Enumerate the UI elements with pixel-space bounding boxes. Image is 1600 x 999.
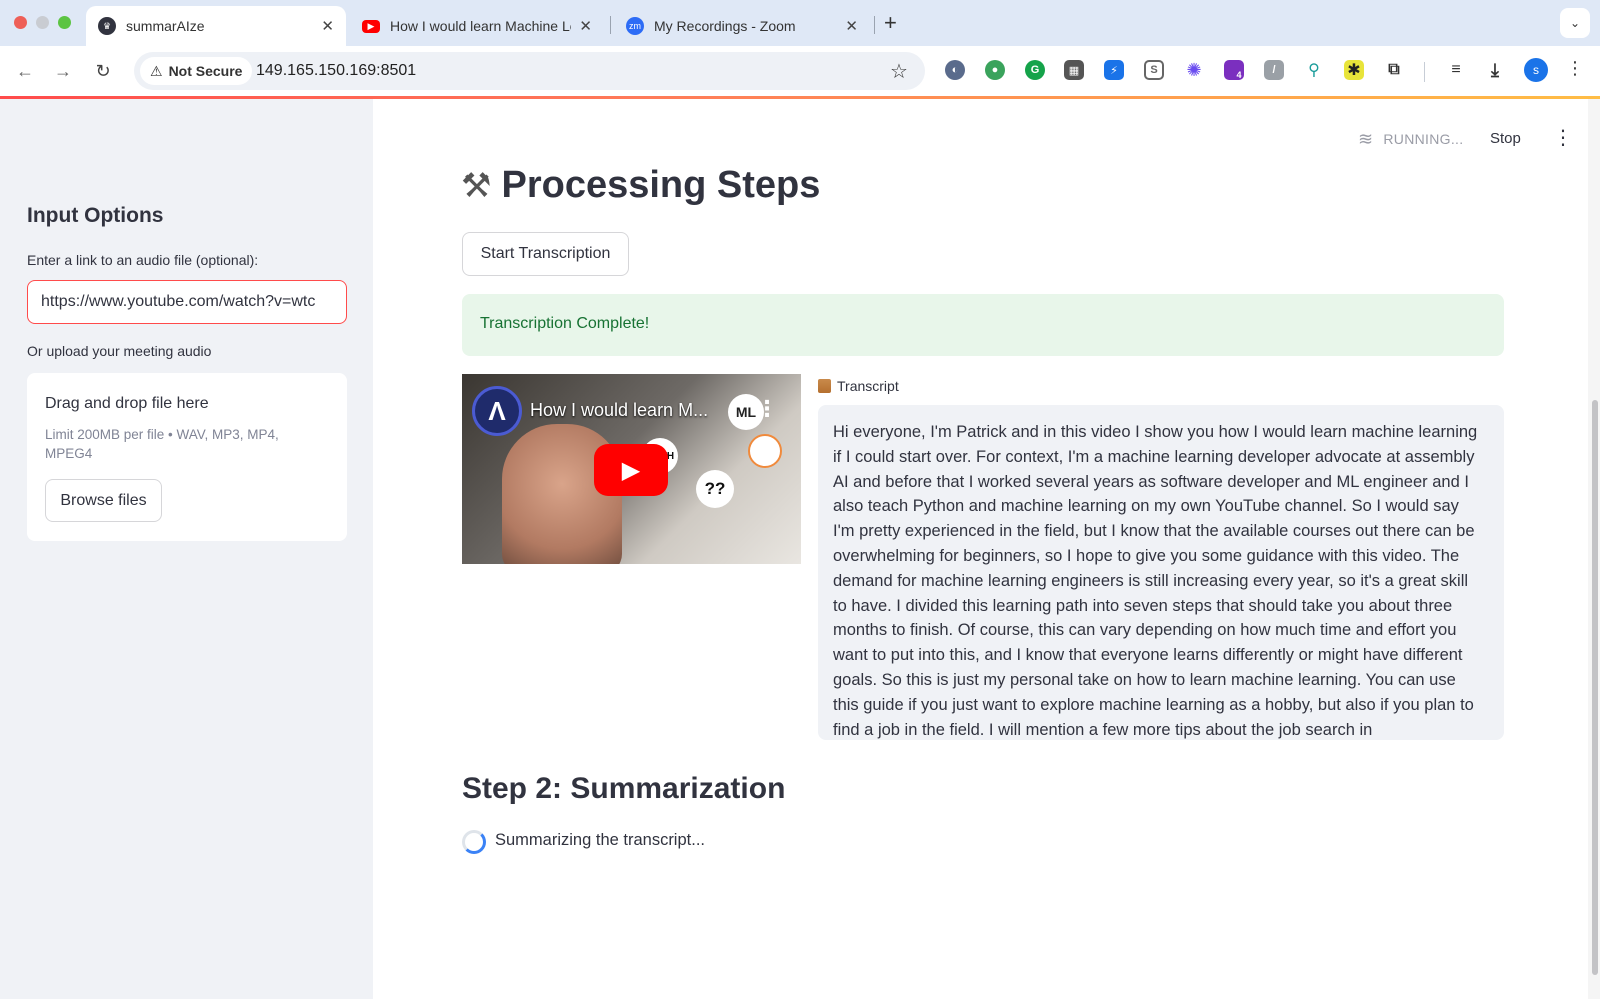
sidebar: Input Options Enter a link to an audio f… <box>0 99 373 999</box>
success-message: Transcription Complete! <box>480 315 650 332</box>
transcript-label-text: Transcript <box>837 378 899 394</box>
page-title: ⚒ Processing Steps <box>461 164 820 207</box>
video-menu-icon[interactable]: ⋮ <box>756 396 778 422</box>
browse-files-button[interactable]: Browse files <box>45 479 162 522</box>
tab-separator <box>610 16 611 34</box>
loading-spinner-icon <box>462 830 486 854</box>
extension-6-icon[interactable]: S <box>1144 60 1164 80</box>
zoom-icon: zm <box>626 17 644 35</box>
chevron-down-icon: ⌄ <box>1569 16 1581 30</box>
dropzone-limit: Limit 200MB per file • WAV, MP3, MP4, MP… <box>45 427 279 461</box>
extension-11-icon[interactable]: ✱ <box>1344 60 1364 80</box>
tools-badge-icon <box>748 434 782 468</box>
youtube-video-player[interactable]: Λ How I would learn M... ML ⋮ MATH ?? ▶ <box>462 374 801 564</box>
extension-badge: 4 <box>1236 70 1242 80</box>
close-icon[interactable]: ✕ <box>579 17 592 35</box>
start-transcription-button[interactable]: Start Transcription <box>462 232 629 276</box>
link-input-label: Enter a link to an audio file (optional)… <box>27 252 259 268</box>
magnifier-extension-icon[interactable]: ⚲ <box>1304 60 1324 80</box>
running-status: ≋ RUNNING... <box>1358 128 1463 150</box>
question-badge: ?? <box>696 470 734 508</box>
browser-tab-bar: ♛ summarAIze ✕ ▶ How I would learn Machi… <box>0 0 1600 46</box>
tab-zoom[interactable]: zm My Recordings - Zoom ✕ <box>614 6 870 46</box>
extension-5-icon[interactable]: ⚡ <box>1104 60 1124 80</box>
warning-icon: ⚠ <box>150 62 163 79</box>
success-alert: Transcription Complete! <box>462 294 1504 356</box>
stop-button[interactable]: Stop <box>1490 130 1521 147</box>
upload-label: Or upload your meeting audio <box>27 343 212 359</box>
transcript-textarea[interactable]: Hi everyone, I'm Patrick and in this vid… <box>818 405 1504 740</box>
download-icon[interactable]: ⤓ <box>1485 60 1505 80</box>
extension-1-icon[interactable]: ◐ <box>945 60 965 80</box>
grammarly-icon[interactable]: G <box>1025 60 1045 80</box>
play-button-icon[interactable]: ▶ <box>594 444 668 496</box>
address-bar[interactable]: ⚠ Not Secure 149.165.150.169:8501 ☆ <box>134 52 925 90</box>
extension-8-icon[interactable]: 4 <box>1224 60 1244 80</box>
close-icon[interactable]: ✕ <box>321 17 334 35</box>
dropzone-title: Drag and drop file here <box>45 395 209 412</box>
extension-2-icon[interactable]: ● <box>985 60 1005 80</box>
avatar[interactable]: s <box>1524 58 1548 82</box>
video-title[interactable]: How I would learn M... <box>530 400 730 421</box>
scrollbar-thumb[interactable] <box>1592 400 1598 975</box>
window-close-button[interactable] <box>14 16 27 29</box>
extension-7-icon[interactable]: ✺ <box>1184 60 1204 80</box>
tab-title: How I would learn Machine Le <box>390 18 572 34</box>
reload-icon[interactable]: ↻ <box>90 58 116 84</box>
tab-youtube[interactable]: ▶ How I would learn Machine Le ✕ <box>350 6 604 46</box>
url-text[interactable]: 149.165.150.169:8501 <box>256 62 416 80</box>
bookmark-star-icon[interactable]: ☆ <box>890 59 908 84</box>
close-icon[interactable]: ✕ <box>845 17 858 35</box>
youtube-icon: ▶ <box>362 19 380 33</box>
puzzle-icon[interactable]: ⧉ <box>1384 60 1404 80</box>
back-icon[interactable]: ← <box>12 58 38 84</box>
security-label: Not Secure <box>168 63 243 79</box>
step2-heading: Step 2: Summarization <box>462 772 786 805</box>
extension-4-icon[interactable]: ▦ <box>1064 60 1084 80</box>
crown-icon: ♛ <box>98 17 116 35</box>
browser-menu-icon[interactable]: ⋮ <box>1566 58 1584 79</box>
swimmer-icon: ≋ <box>1358 128 1374 149</box>
spinner-text: Summarizing the transcript... <box>495 831 705 849</box>
transcript-label: Transcript <box>818 378 899 394</box>
page-title-text: Processing Steps <box>501 164 821 206</box>
browser-toolbar: ← → ↻ ⚠ Not Secure 149.165.150.169:8501 … <box>0 46 1600 96</box>
scroll-icon <box>818 379 831 393</box>
channel-logo[interactable]: Λ <box>472 386 522 436</box>
status-text: RUNNING... <box>1383 131 1464 147</box>
file-dropzone[interactable]: Drag and drop file here Limit 200MB per … <box>27 373 347 541</box>
new-tab-button[interactable]: + <box>884 10 897 36</box>
tab-search-button[interactable]: ⌄ <box>1560 8 1590 38</box>
tab-separator <box>874 16 875 34</box>
window-minimize-button[interactable] <box>36 16 49 29</box>
tab-summaraize[interactable]: ♛ summarAIze ✕ <box>86 6 346 46</box>
extension-9-icon[interactable]: / <box>1264 60 1284 80</box>
transcript-text: Hi everyone, I'm Patrick and in this vid… <box>833 423 1478 739</box>
security-indicator[interactable]: ⚠ Not Secure <box>140 57 253 85</box>
window-zoom-button[interactable] <box>58 16 71 29</box>
hammer-wrench-icon: ⚒ <box>461 166 492 205</box>
app-menu-icon[interactable]: ⋮ <box>1553 125 1573 150</box>
tab-title: My Recordings - Zoom <box>654 18 796 34</box>
sidebar-title: Input Options <box>27 204 164 227</box>
tab-title: summarAIze <box>126 18 205 34</box>
media-control-icon[interactable]: ≡ <box>1446 60 1466 80</box>
audio-link-input[interactable] <box>27 280 347 324</box>
forward-icon[interactable]: → <box>50 58 76 84</box>
toolbar-separator <box>1424 62 1425 82</box>
